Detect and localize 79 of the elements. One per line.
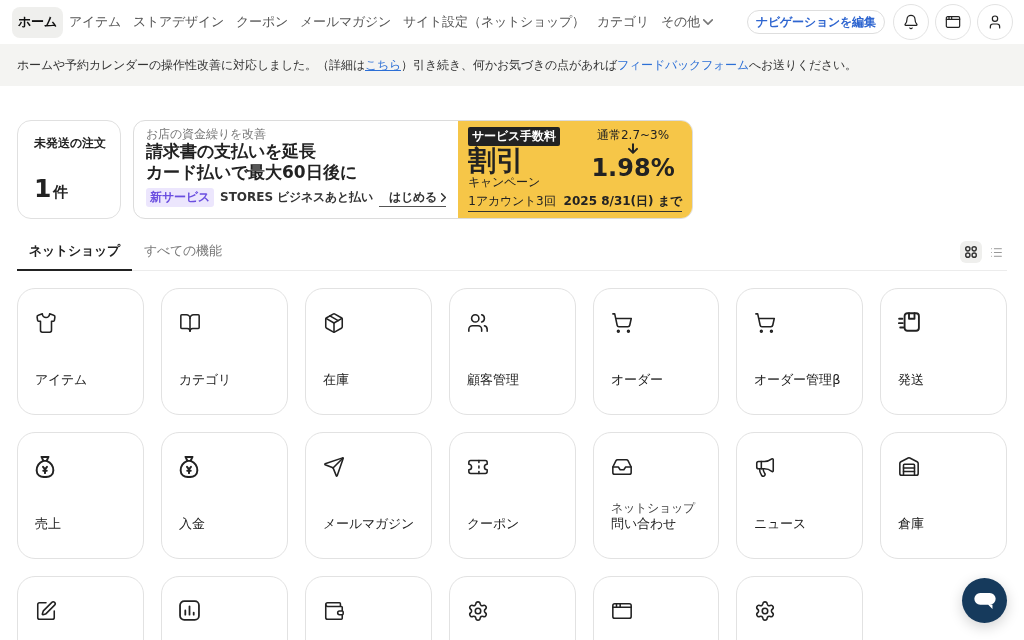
new-service-tag: 新サービス bbox=[146, 188, 214, 207]
campaign-period: 2025 8/31(日) まで bbox=[563, 193, 682, 210]
regular-rate: 通常2.7~3% bbox=[596, 127, 670, 143]
feature-tile[interactable]: オーダー管理β bbox=[736, 288, 864, 415]
discount-heading: 割引 bbox=[468, 146, 525, 176]
grid-view-icon bbox=[965, 246, 977, 258]
users-icon bbox=[466, 312, 489, 334]
banner-headline: 請求書の支払いを延長 bbox=[146, 141, 317, 162]
open-book-icon bbox=[178, 312, 201, 334]
nav-item[interactable]: ホーム bbox=[12, 6, 63, 38]
megaphone-icon bbox=[754, 456, 777, 478]
chat-button[interactable] bbox=[962, 578, 1007, 623]
box-icon bbox=[322, 312, 345, 334]
nav-item[interactable]: ストアデザイン bbox=[127, 6, 230, 38]
order-count: 1 bbox=[34, 176, 52, 201]
feature-tile[interactable]: 入金 bbox=[160, 432, 288, 559]
grid-view-button[interactable] bbox=[960, 241, 982, 263]
chevron-right-icon bbox=[441, 192, 447, 202]
nav-item[interactable]: サイト設定（ネットショップ） bbox=[397, 6, 591, 38]
category-tab[interactable]: すべての機能 bbox=[132, 238, 234, 271]
cart-icon bbox=[754, 312, 777, 334]
feature-tile[interactable]: 在庫 bbox=[304, 288, 432, 415]
start-link[interactable]: はじめる bbox=[379, 188, 447, 207]
nav-item[interactable]: カテゴリ bbox=[591, 6, 655, 38]
list-view-icon bbox=[989, 245, 1003, 259]
cart-icon bbox=[610, 312, 633, 334]
inbox-icon bbox=[610, 456, 633, 478]
money-bag-icon bbox=[178, 456, 199, 478]
user-icon bbox=[987, 14, 1003, 30]
arrow-down-icon bbox=[628, 143, 639, 154]
feature-tile[interactable]: カテゴリ bbox=[160, 288, 288, 415]
chevron-down-icon bbox=[703, 19, 713, 25]
banner-headline: カード払いで最大60日後に bbox=[146, 162, 358, 183]
shipping-box-icon bbox=[898, 312, 921, 332]
settings-icon bbox=[466, 600, 489, 622]
shirt-icon bbox=[35, 312, 57, 334]
count-unit: 件 bbox=[53, 183, 69, 202]
product-name: STORES ビジネスあと払い bbox=[220, 189, 374, 206]
notifications-button[interactable] bbox=[893, 4, 929, 40]
promo-banner[interactable]: お店の資金繰りを改善 請求書の支払いを延長 カード払いで最大60日後に 新サービス STORES ビジネスあと払い はじめる サービス手数料 割引 キャンペーン 通常2.7~3% 1.98% 1アカウント3回 2025 8/31(日) まで bbox=[133, 120, 693, 219]
campaign-terms: 1アカウント3回 bbox=[468, 193, 556, 210]
fee-tag: サービス手数料 bbox=[468, 127, 561, 146]
discount-rate: 1.98% bbox=[591, 154, 675, 182]
category-tab[interactable]: ネットショップ bbox=[17, 238, 132, 271]
unshipped-orders-card[interactable]: 未発送の注文 1件 bbox=[17, 120, 121, 219]
warehouse-icon bbox=[898, 456, 921, 478]
bell-icon bbox=[903, 14, 919, 30]
bar-chart-icon bbox=[178, 600, 200, 621]
browser-window-icon bbox=[610, 600, 633, 622]
wallet-icon bbox=[322, 600, 345, 622]
feature-tile[interactable]: 発送 bbox=[880, 288, 1007, 415]
chat-bubble-icon bbox=[973, 592, 996, 609]
edit-icon bbox=[35, 600, 57, 622]
feature-tile[interactable]: ニュース bbox=[736, 432, 864, 559]
nav-item[interactable]: クーポン bbox=[230, 6, 294, 38]
settings-icon bbox=[754, 600, 777, 622]
feature-tile[interactable]: 顧客管理 bbox=[448, 288, 576, 415]
feature-tile[interactable]: 売上 bbox=[17, 432, 144, 559]
campaign-label: キャンペーン bbox=[468, 176, 541, 189]
feature-tile[interactable]: メールマガジン bbox=[304, 432, 432, 559]
notice-text: ホームや予約カレンダーの操作性改善に対応しました。（詳細はこちら）引き続き、何かお気づきの点があればフィードバックフォームへお送りください。 bbox=[17, 56, 857, 74]
nav-item[interactable]: アイテム bbox=[63, 6, 127, 38]
feature-tile[interactable]: アイテム bbox=[17, 288, 144, 415]
text-link[interactable]: フィードバックフォーム bbox=[617, 57, 749, 72]
browser-window-icon bbox=[945, 14, 961, 30]
feature-tile[interactable]: 倉庫 bbox=[880, 432, 1007, 559]
card-title: 未発送の注文 bbox=[34, 135, 107, 152]
store-preview-button[interactable] bbox=[935, 4, 971, 40]
account-button[interactable] bbox=[977, 4, 1013, 40]
feature-tile[interactable]: オーダー bbox=[592, 288, 720, 415]
banner-eyebrow: お店の資金繰りを改善 bbox=[146, 127, 267, 141]
feature-tile[interactable]: ネットショップ 問い合わせ bbox=[592, 432, 720, 559]
nav-item[interactable]: メールマガジン bbox=[294, 6, 397, 38]
feature-tile[interactable]: クーポン bbox=[448, 432, 576, 559]
send-icon bbox=[322, 456, 345, 478]
text-link[interactable]: こちら bbox=[365, 57, 401, 72]
nav-item[interactable]: その他 bbox=[655, 6, 719, 38]
edit-navigation-button[interactable]: ナビゲーションを編集 bbox=[747, 10, 885, 34]
money-bag-icon bbox=[35, 456, 55, 478]
